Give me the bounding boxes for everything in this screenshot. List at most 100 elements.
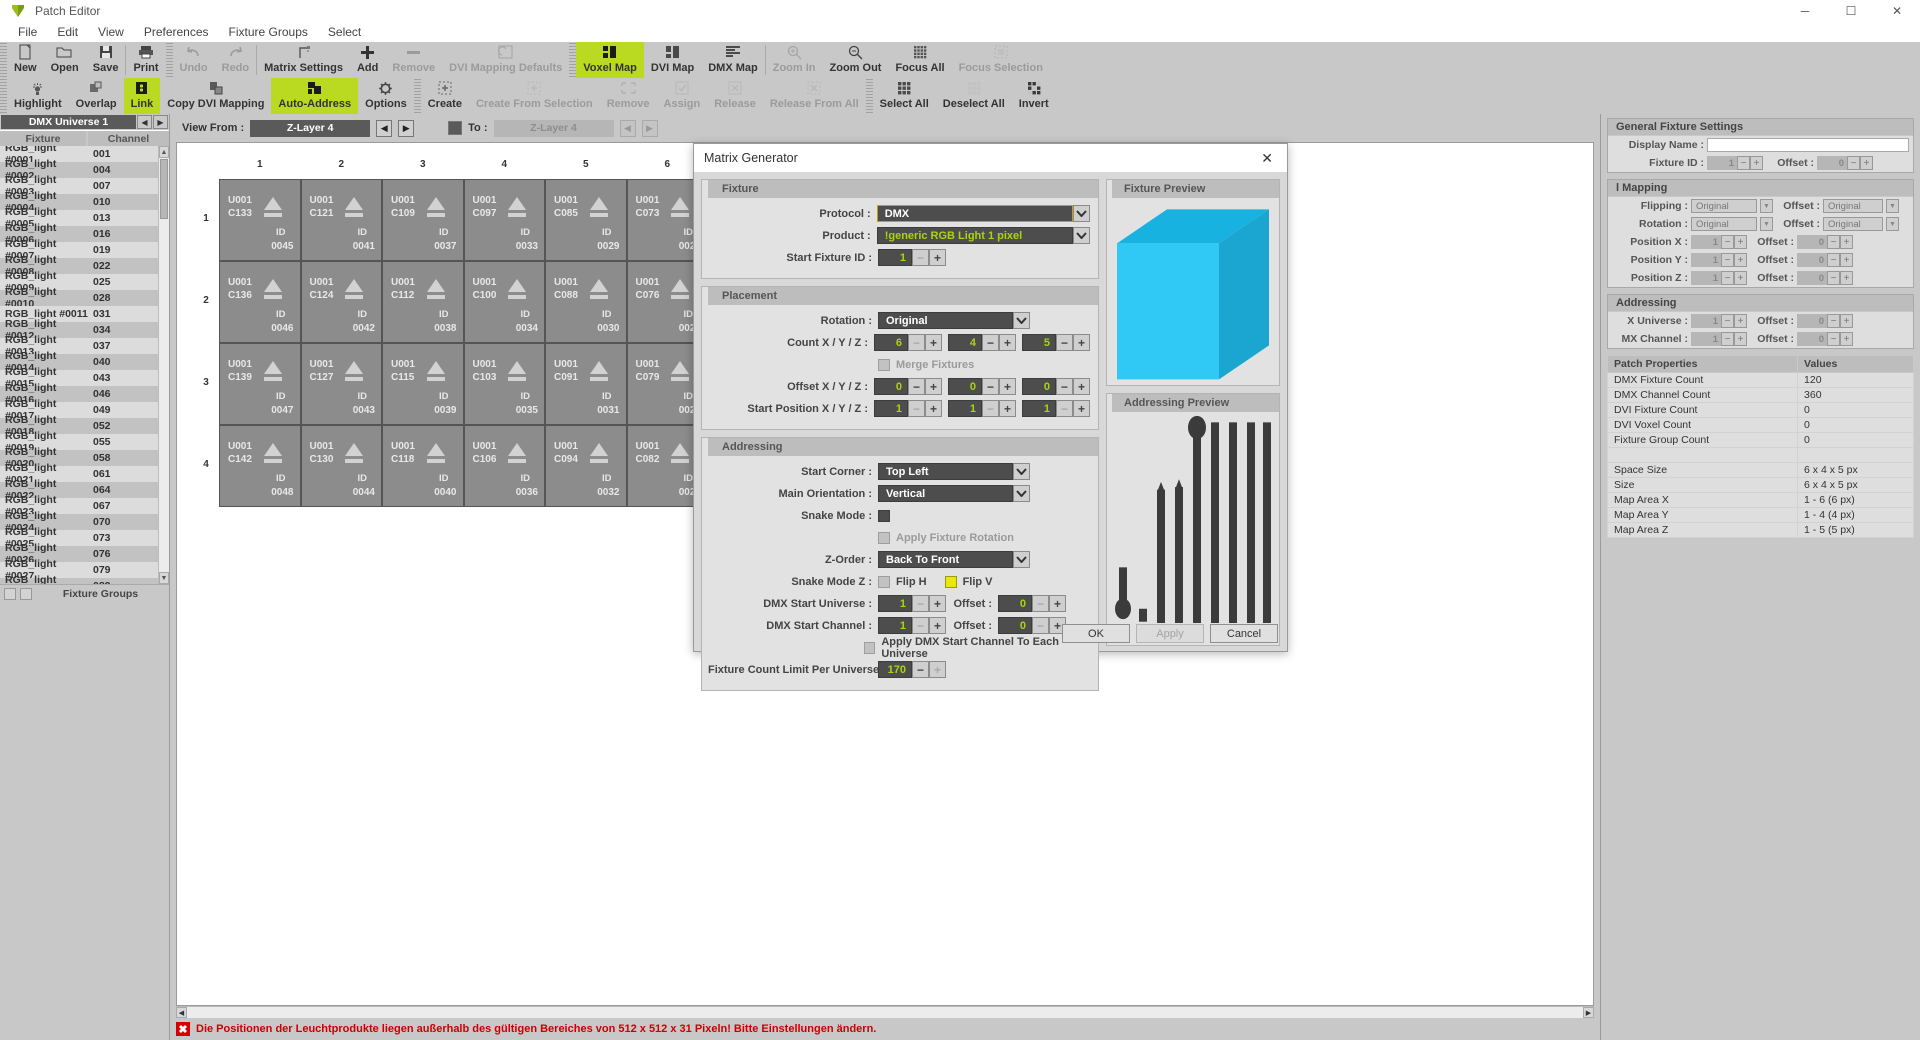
dmx-start-channel-minus[interactable]: −: [912, 617, 929, 634]
column-header-channel[interactable]: Channel: [88, 131, 169, 146]
fixture-id-offset-stepper[interactable]: 0 − +: [1817, 156, 1873, 170]
universe-selector[interactable]: DMX Universe 1 ◀ ▶: [0, 114, 169, 130]
voxel-cell[interactable]: U001 C094 ID 0032: [545, 425, 627, 507]
voxel-cell[interactable]: U001 C127 ID 0043: [300, 343, 382, 425]
ribbon-button-focus-all[interactable]: Focus All: [888, 42, 951, 78]
addressing-offset-plus[interactable]: +: [1840, 332, 1853, 346]
count-y-value[interactable]: 4: [948, 334, 982, 351]
mapping-offset-select[interactable]: Original: [1823, 199, 1883, 213]
dmx-start-universe-offset-value[interactable]: 0: [998, 595, 1032, 612]
dmx-start-universe-offset-plus[interactable]: +: [1049, 595, 1066, 612]
fixture-list-scrollbar[interactable]: ▲ ▼: [158, 146, 169, 584]
product-select[interactable]: !generic RGB Light 1 pixel: [876, 227, 1073, 244]
voxel-cell[interactable]: U001 C130 ID 0044: [300, 425, 382, 507]
mapping-select[interactable]: Original: [1691, 199, 1757, 213]
mapping-value[interactable]: 1: [1691, 253, 1721, 267]
count-z-minus[interactable]: −: [1056, 334, 1073, 351]
mapping-chevron-down-icon[interactable]: ▼: [1760, 217, 1773, 231]
mapping-offset-plus[interactable]: +: [1840, 271, 1853, 285]
start-z-minus[interactable]: −: [1056, 400, 1073, 417]
mapping-value[interactable]: 1: [1691, 235, 1721, 249]
dmx-start-universe-offset-minus[interactable]: −: [1032, 595, 1049, 612]
start-z-plus[interactable]: +: [1073, 400, 1090, 417]
addressing-offset-stepper[interactable]: 0− +: [1797, 314, 1853, 328]
merge-fixtures-checkbox[interactable]: [878, 358, 890, 371]
view-from-next-button[interactable]: ▶: [398, 119, 415, 137]
menu-edit[interactable]: Edit: [47, 23, 88, 41]
snake-mode-checkbox[interactable]: [878, 509, 890, 522]
dmx-start-channel-plus[interactable]: +: [929, 617, 946, 634]
ribbon-button-deselect-all[interactable]: Deselect All: [936, 78, 1012, 114]
mapping-plus[interactable]: +: [1734, 235, 1747, 249]
menu-view[interactable]: View: [88, 23, 134, 41]
dmx-start-channel-offset-value[interactable]: 0: [998, 617, 1032, 634]
voxel-cell[interactable]: U001 C091 ID 0031: [545, 343, 627, 425]
mapping-select[interactable]: Original: [1691, 217, 1757, 231]
view-to-select[interactable]: Z-Layer 4: [493, 119, 614, 137]
fixture-count-limit-minus[interactable]: −: [912, 661, 929, 678]
voxel-cell[interactable]: U001 C121 ID 0041: [300, 179, 382, 261]
mapping-offset-minus[interactable]: −: [1827, 271, 1840, 285]
cancel-button[interactable]: Cancel: [1210, 624, 1278, 643]
voxel-cell[interactable]: U001 C106 ID 0036: [463, 425, 545, 507]
offset-y-value[interactable]: 0: [948, 378, 982, 395]
count-x-value[interactable]: 6: [874, 334, 908, 351]
ribbon-button-link[interactable]: Link: [123, 78, 161, 114]
voxel-cell[interactable]: U001 C118 ID 0040: [382, 425, 464, 507]
fixture-groups-toggle-icon[interactable]: [4, 587, 16, 600]
fixture-count-limit-plus[interactable]: +: [929, 661, 946, 678]
addressing-minus[interactable]: −: [1721, 314, 1734, 328]
voxel-cell[interactable]: U001 C142 ID 0048: [219, 425, 301, 507]
offset-x-minus[interactable]: −: [908, 378, 925, 395]
mapping-offset-value[interactable]: 0: [1797, 271, 1827, 285]
mapping-minus[interactable]: −: [1721, 253, 1734, 267]
start-x-value[interactable]: 1: [874, 400, 908, 417]
addressing-plus[interactable]: +: [1734, 332, 1747, 346]
apply-button[interactable]: Apply: [1136, 624, 1204, 643]
column-header-fixture[interactable]: Fixture: [0, 131, 88, 146]
menu-fixture-groups[interactable]: Fixture Groups: [219, 23, 318, 41]
offset-x-value[interactable]: 0: [874, 378, 908, 395]
universe-next-button[interactable]: ▶: [153, 115, 168, 129]
z-order-chevron-down-icon[interactable]: [1013, 551, 1030, 568]
mapping-offset-chevron-down-icon[interactable]: ▼: [1886, 199, 1899, 213]
count-y-plus[interactable]: +: [999, 334, 1016, 351]
start-x-plus[interactable]: +: [925, 400, 942, 417]
voxel-cell[interactable]: U001 C136 ID 0046: [219, 261, 301, 343]
protocol-select[interactable]: DMX: [876, 205, 1073, 222]
voxel-cell[interactable]: U001 C100 ID 0034: [463, 261, 545, 343]
mapping-offset-minus[interactable]: −: [1827, 253, 1840, 267]
voxel-cell[interactable]: U001 C115 ID 0039: [382, 343, 464, 425]
ribbon-button-create[interactable]: Create: [421, 78, 469, 114]
ok-button[interactable]: OK: [1062, 624, 1130, 643]
dmx-start-universe-value[interactable]: 1: [878, 595, 912, 612]
menu-select[interactable]: Select: [318, 23, 371, 41]
offset-y-minus[interactable]: −: [982, 378, 999, 395]
rotation-select[interactable]: Original: [878, 312, 1013, 329]
ribbon-button-dvi-map[interactable]: DVI Map: [644, 42, 701, 78]
z-order-select[interactable]: Back To Front: [878, 551, 1013, 568]
count-x-plus[interactable]: +: [925, 334, 942, 351]
count-x-minus[interactable]: −: [908, 334, 925, 351]
ribbon-button-auto-address[interactable]: Auto-Address: [271, 78, 359, 114]
mapping-stepper[interactable]: 1− +: [1691, 253, 1747, 267]
rotation-chevron-down-icon[interactable]: [1013, 312, 1030, 329]
start-y-minus[interactable]: −: [982, 400, 999, 417]
mapping-plus[interactable]: +: [1734, 271, 1747, 285]
mapping-offset-stepper[interactable]: 0− +: [1797, 253, 1853, 267]
mapping-offset-value[interactable]: 0: [1797, 253, 1827, 267]
start-corner-select[interactable]: Top Left: [878, 463, 1013, 480]
ribbon-button-add[interactable]: Add: [350, 42, 385, 78]
mapping-stepper[interactable]: 1− +: [1691, 235, 1747, 249]
voxel-cell[interactable]: U001 C109 ID 0037: [382, 179, 464, 261]
universe-prev-button[interactable]: ◀: [137, 115, 152, 129]
fixture-id-minus[interactable]: −: [1737, 156, 1750, 170]
mapping-stepper[interactable]: 1− +: [1691, 271, 1747, 285]
apply-fixture-rotation-checkbox[interactable]: [878, 531, 890, 544]
ribbon-button-matrix-settings[interactable]: Matrix Settings: [257, 42, 350, 78]
addressing-stepper[interactable]: 1− +: [1691, 314, 1747, 328]
ribbon-button-zoom-out[interactable]: Zoom Out: [823, 42, 889, 78]
fixture-groups-area[interactable]: [0, 602, 169, 1040]
hscroll-left-button[interactable]: ◀: [176, 1007, 187, 1018]
dmx-start-channel-value[interactable]: 1: [878, 617, 912, 634]
